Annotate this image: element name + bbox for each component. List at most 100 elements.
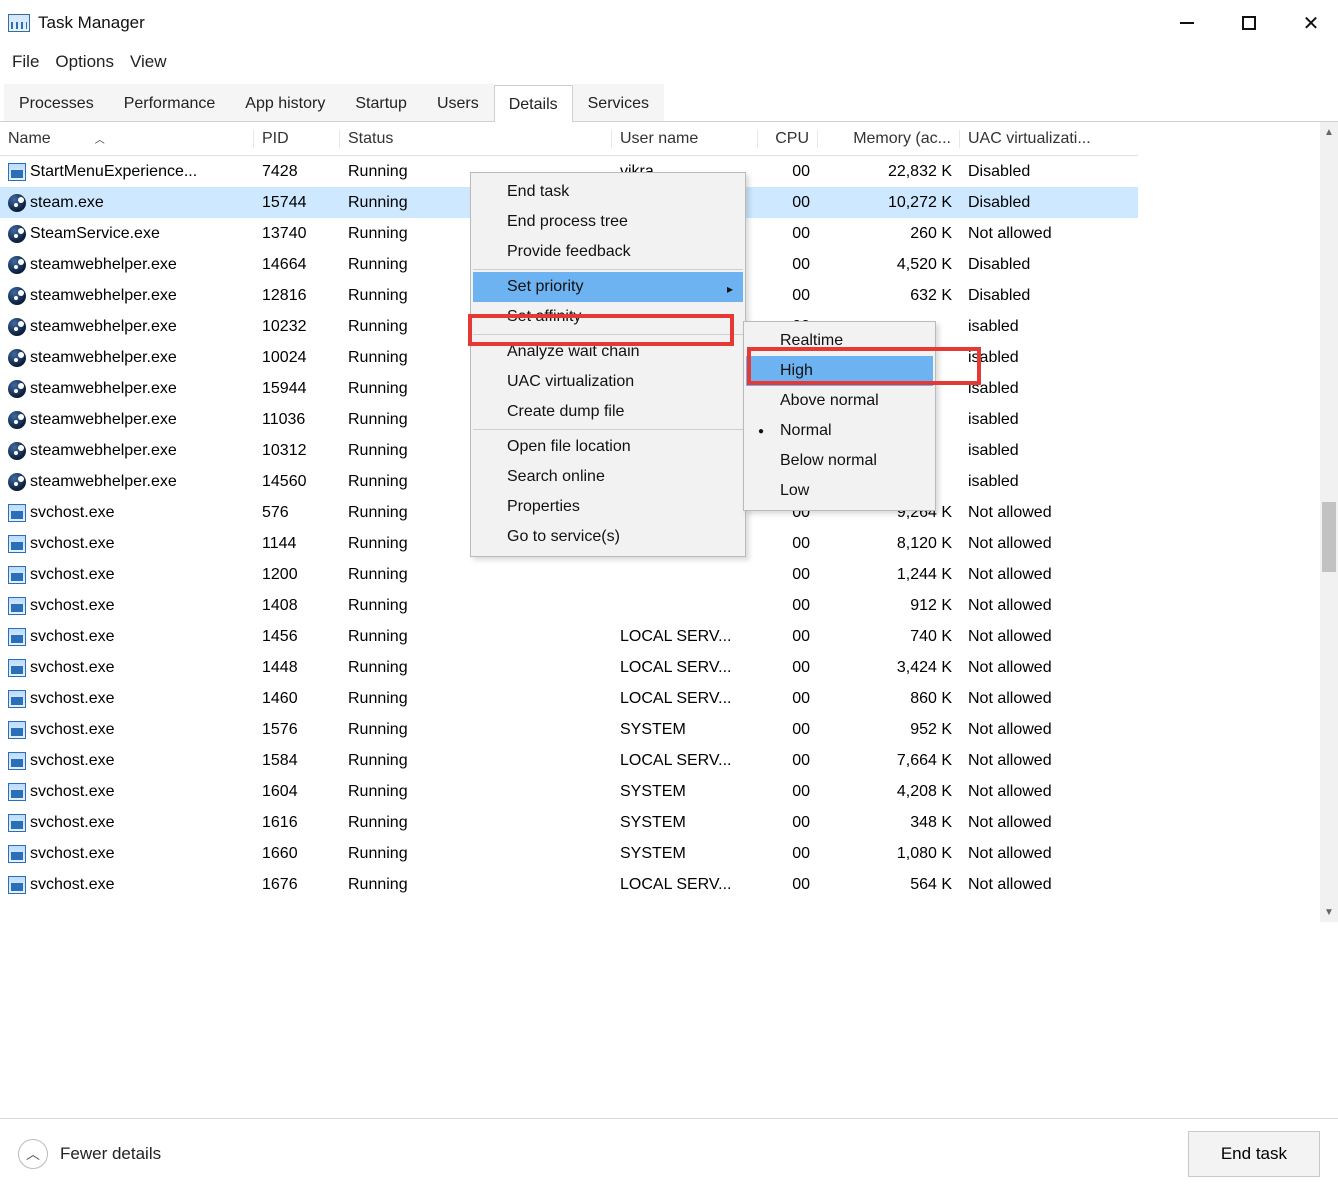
cell-cpu: 00 [758,287,818,305]
tab-details[interactable]: Details [494,85,573,122]
cell-pid: 1576 [254,721,340,739]
cell-cpu: 00 [758,194,818,212]
table-row[interactable]: svchost.exe1448RunningLOCAL SERV...003,4… [0,652,1138,683]
table-row[interactable]: svchost.exe1408Running00912 KNot allowed [0,590,1138,621]
ctx-properties[interactable]: Properties [473,492,743,522]
cell-uac: Not allowed [960,535,1130,553]
ctx-go-to-services[interactable]: Go to service(s) [473,522,743,552]
cell-cpu: 00 [758,659,818,677]
ctx-search-online[interactable]: Search online [473,462,743,492]
close-button[interactable]: ✕ [1300,12,1322,34]
tab-services[interactable]: Services [573,84,664,121]
col-header-name[interactable]: Name︿ [0,130,254,148]
col-header-user[interactable]: User name [612,130,758,148]
process-icon [8,256,26,274]
priority-below-normal[interactable]: Below normal [746,446,933,476]
col-header-uac[interactable]: UAC virtualizati... [960,130,1130,148]
ctx-create-dump-file[interactable]: Create dump file [473,397,743,430]
col-header-memory[interactable]: Memory (ac... [818,130,960,148]
table-row[interactable]: svchost.exe1456RunningLOCAL SERV...00740… [0,621,1138,652]
scroll-up-icon[interactable]: ▲ [1320,122,1338,142]
table-row[interactable]: svchost.exe1616RunningSYSTEM00348 KNot a… [0,807,1138,838]
table-row[interactable]: svchost.exe1660RunningSYSTEM001,080 KNot… [0,838,1138,869]
cell-cpu: 00 [758,256,818,274]
priority-realtime[interactable]: Realtime [746,326,933,356]
minimize-button[interactable] [1176,12,1198,34]
ctx-open-file-location[interactable]: Open file location [473,432,743,462]
cell-user: LOCAL SERV... [612,690,758,708]
ctx-set-priority[interactable]: Set priority [473,272,743,302]
cell-uac: Not allowed [960,783,1130,801]
vertical-scrollbar[interactable]: ▲ ▼ [1320,122,1338,922]
priority-low[interactable]: Low [746,476,933,506]
titlebar[interactable]: Task Manager ✕ [0,0,1338,46]
cell-pid: 14664 [254,256,340,274]
table-row[interactable]: svchost.exe1584RunningLOCAL SERV...007,6… [0,745,1138,776]
process-name: svchost.exe [30,845,114,863]
process-icon [8,783,26,801]
process-name: svchost.exe [30,659,114,677]
process-name: steamwebhelper.exe [30,442,177,460]
tab-processes[interactable]: Processes [4,84,109,121]
cell-uac: isabled [960,473,1130,491]
cell-status: Running [340,690,612,708]
cell-user: SYSTEM [612,783,758,801]
priority-high[interactable]: High [746,356,933,386]
ctx-provide-feedback[interactable]: Provide feedback [473,237,743,270]
menubar: File Options View [0,46,1338,84]
col-header-cpu[interactable]: CPU [758,130,818,148]
cell-memory: 860 K [818,690,960,708]
cell-user: LOCAL SERV... [612,876,758,894]
end-task-button[interactable]: End task [1188,1131,1320,1177]
priority-above-normal[interactable]: Above normal [746,386,933,416]
cell-pid: 10312 [254,442,340,460]
scroll-thumb[interactable] [1322,502,1336,572]
ctx-uac-virtualization[interactable]: UAC virtualization [473,367,743,397]
cell-pid: 1144 [254,535,340,553]
tab-startup[interactable]: Startup [340,84,422,121]
menu-file[interactable]: File [8,50,43,74]
cell-uac: Disabled [960,163,1130,181]
cell-uac: Not allowed [960,628,1130,646]
table-row[interactable]: svchost.exe1676RunningLOCAL SERV...00564… [0,869,1138,900]
priority-normal[interactable]: Normal [746,416,933,446]
col-header-pid[interactable]: PID [254,130,340,148]
ctx-analyze-wait-chain[interactable]: Analyze wait chain [473,337,743,367]
cell-pid: 1448 [254,659,340,677]
process-icon [8,597,26,615]
cell-cpu: 00 [758,163,818,181]
cell-memory: 10,272 K [818,194,960,212]
table-row[interactable]: svchost.exe1460RunningLOCAL SERV...00860… [0,683,1138,714]
process-icon [8,628,26,646]
cell-status: Running [340,845,612,863]
table-row[interactable]: svchost.exe1576RunningSYSTEM00952 KNot a… [0,714,1138,745]
cell-memory: 4,208 K [818,783,960,801]
table-row[interactable]: svchost.exe1604RunningSYSTEM004,208 KNot… [0,776,1138,807]
maximize-button[interactable] [1238,12,1260,34]
tab-app-history[interactable]: App history [230,84,340,121]
col-header-status[interactable]: Status [340,130,612,148]
cell-cpu: 00 [758,845,818,863]
fewer-details-button[interactable]: ︿ Fewer details [18,1139,161,1169]
table-row[interactable]: svchost.exe1200Running001,244 KNot allow… [0,559,1138,590]
tab-performance[interactable]: Performance [109,84,231,121]
cell-memory: 1,080 K [818,845,960,863]
ctx-set-affinity[interactable]: Set affinity [473,302,743,335]
menu-view[interactable]: View [126,50,171,74]
cell-pid: 10232 [254,318,340,336]
process-name: svchost.exe [30,628,114,646]
cell-cpu: 00 [758,535,818,553]
tab-users[interactable]: Users [422,84,494,121]
menu-options[interactable]: Options [51,50,118,74]
ctx-end-process-tree[interactable]: End process tree [473,207,743,237]
cell-pid: 11036 [254,411,340,429]
cell-user: SYSTEM [612,721,758,739]
cell-pid: 1676 [254,876,340,894]
process-name: steamwebhelper.exe [30,318,177,336]
ctx-end-task[interactable]: End task [473,177,743,207]
cell-memory: 632 K [818,287,960,305]
scroll-down-icon[interactable]: ▼ [1320,902,1338,922]
cell-memory: 1,244 K [818,566,960,584]
cell-cpu: 00 [758,628,818,646]
cell-pid: 1584 [254,752,340,770]
